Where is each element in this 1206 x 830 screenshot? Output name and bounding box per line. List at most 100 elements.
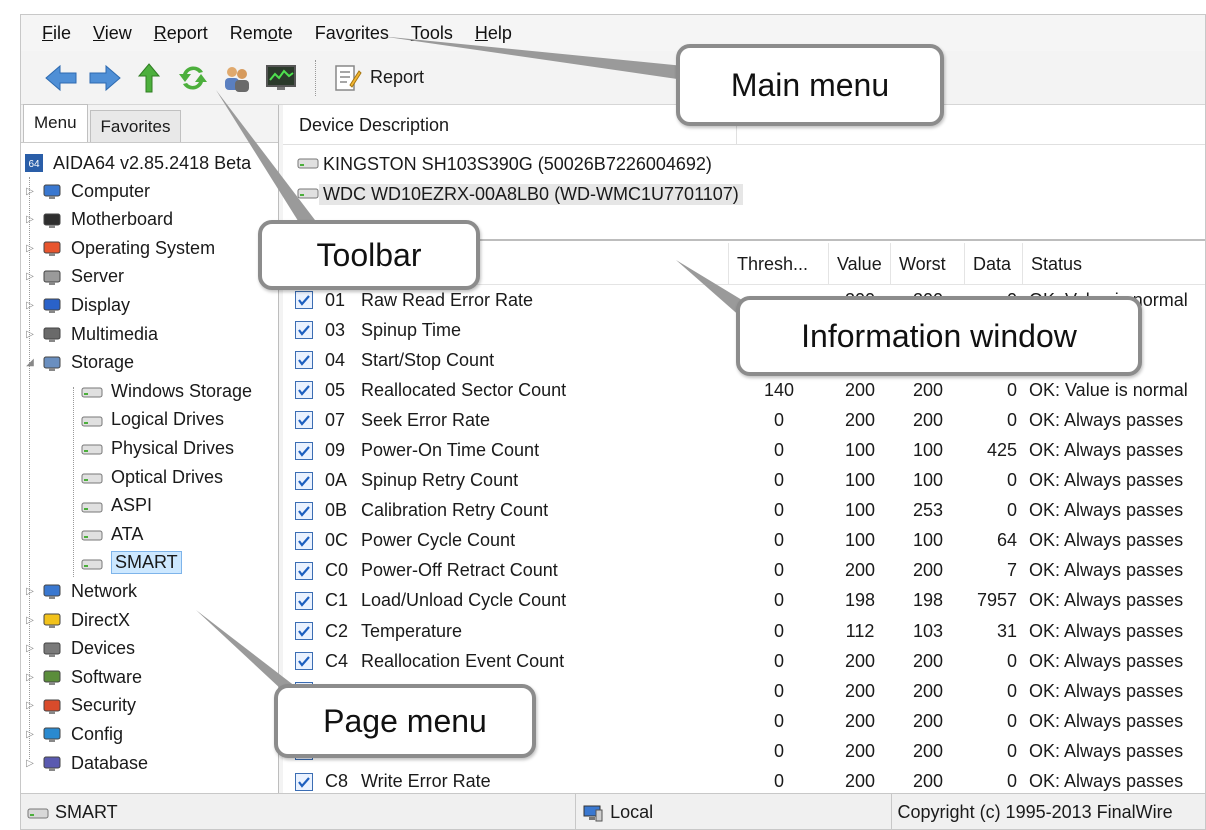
- tree-item-software[interactable]: ▷ Software: [23, 663, 142, 691]
- expand-icon[interactable]: ▷: [23, 615, 37, 626]
- menu-view[interactable]: View: [82, 15, 143, 51]
- header-threshold[interactable]: Thresh...: [729, 243, 829, 285]
- expand-icon[interactable]: ▷: [23, 243, 37, 254]
- table-row[interactable]: C1 Load/Unload Cycle Count 0 198 198 7957 OK: …: [283, 586, 1205, 616]
- tree-item-aspi[interactable]: ASPI: [81, 492, 152, 520]
- tree-item-devices[interactable]: ▷ Devices: [23, 635, 135, 663]
- current-value: 100: [844, 530, 876, 551]
- status-text: OK: Always passes: [1029, 650, 1184, 671]
- row-checkbox[interactable]: [283, 561, 325, 580]
- raw-data: 64: [996, 530, 1017, 551]
- table-row[interactable]: 05 Reallocated Sector Count 140 200 200 0 OK: …: [283, 375, 1205, 405]
- toolbar-separator: [315, 59, 316, 96]
- row-checkbox[interactable]: [283, 652, 325, 671]
- table-row[interactable]: 0C Power Cycle Count 0 100 100 64 OK: Always p…: [283, 526, 1205, 556]
- worst-value: 100: [912, 530, 944, 551]
- row-checkbox[interactable]: [283, 531, 325, 550]
- expand-icon[interactable]: ▷: [23, 758, 37, 769]
- tree-root-aida64[interactable]: 64 AIDA64 v2.85.2418 Beta: [23, 149, 251, 177]
- tree-item-directx[interactable]: ▷ DirectX: [23, 606, 130, 634]
- tree-item-physical-drives[interactable]: Physical Drives: [81, 434, 234, 462]
- table-row[interactable]: 0A Spinup Retry Count 0 100 100 0 OK: Always p…: [283, 466, 1205, 496]
- expand-icon[interactable]: ▷: [23, 643, 37, 654]
- tree-item-motherboard[interactable]: ▷ Motherboard: [23, 206, 173, 234]
- menu-file[interactable]: File: [31, 15, 82, 51]
- tree-item-database[interactable]: ▷ Database: [23, 749, 148, 777]
- tree-item-operating-system[interactable]: ▷ Operating System: [23, 234, 215, 262]
- expand-icon[interactable]: ▷: [23, 214, 37, 225]
- expand-icon[interactable]: ▷: [23, 672, 37, 683]
- checkmark-icon: [295, 652, 313, 671]
- menu-tools[interactable]: Tools: [400, 15, 464, 51]
- tree-item-server[interactable]: ▷ Server: [23, 263, 124, 291]
- row-checkbox[interactable]: [283, 772, 325, 791]
- monitor-icon[interactable]: [261, 58, 301, 98]
- header-data[interactable]: Data: [965, 243, 1023, 285]
- row-checkbox[interactable]: [283, 381, 325, 400]
- table-row[interactable]: C0 Power-Off Retract Count 0 200 200 7 OK: Alw…: [283, 556, 1205, 586]
- expand-icon[interactable]: ▷: [23, 700, 37, 711]
- expand-icon[interactable]: ▷: [23, 329, 37, 340]
- row-checkbox[interactable]: [283, 411, 325, 430]
- table-row[interactable]: C2 Temperature 0 112 103 31 OK: Always passes: [283, 616, 1205, 646]
- menu-help[interactable]: Help: [464, 15, 523, 51]
- row-checkbox[interactable]: [283, 622, 325, 641]
- header-worst[interactable]: Worst: [891, 243, 965, 285]
- device-description-column[interactable]: Device Description: [299, 104, 737, 145]
- back-arrow-icon[interactable]: [41, 58, 81, 98]
- tree-item-security[interactable]: ▷ Security: [23, 692, 136, 720]
- report-button[interactable]: Report: [326, 58, 430, 98]
- status-text: OK: Always passes: [1029, 560, 1184, 581]
- expand-icon[interactable]: ▷: [23, 729, 37, 740]
- refresh-icon[interactable]: [173, 58, 213, 98]
- collapse-icon[interactable]: ◢: [23, 357, 37, 368]
- callout-information-window: Information window: [736, 296, 1142, 376]
- row-checkbox[interactable]: [283, 501, 325, 520]
- tree-item-logical-drives[interactable]: Logical Drives: [81, 406, 224, 434]
- threshold-value: 0: [773, 710, 784, 731]
- tab-favorites[interactable]: Favorites: [89, 110, 182, 142]
- table-row[interactable]: C4 Reallocation Event Count 0 200 200 0 OK: Al…: [283, 646, 1205, 676]
- menu-remote[interactable]: Remote: [219, 15, 304, 51]
- tree-item-optical-drives[interactable]: Optical Drives: [81, 463, 223, 491]
- tab-menu[interactable]: Menu: [23, 104, 88, 142]
- forward-arrow-icon[interactable]: [85, 58, 125, 98]
- device-row[interactable]: KINGSTON SH103S390G (50026B7226004692): [297, 149, 1205, 179]
- display-icon: [41, 295, 63, 315]
- tree-item-display[interactable]: ▷ Display: [23, 291, 130, 319]
- users-icon[interactable]: [217, 58, 257, 98]
- status-text: OK: Always passes: [1029, 710, 1184, 731]
- tree-item-computer[interactable]: ▷ Computer: [23, 177, 150, 205]
- device-row[interactable]: WDC WD10EZRX-00A8LB0 (WD-WMC1U7701107): [297, 179, 1205, 209]
- up-arrow-icon[interactable]: [129, 58, 169, 98]
- tree-item-network[interactable]: ▷ Network: [23, 577, 137, 605]
- attribute-id: 03: [325, 319, 346, 340]
- row-checkbox[interactable]: [283, 351, 325, 370]
- expand-icon[interactable]: ▷: [23, 186, 37, 197]
- tree-item-multimedia[interactable]: ▷ Multimedia: [23, 320, 158, 348]
- tree-item-smart[interactable]: SMART: [81, 549, 182, 577]
- tree-item-windows-storage[interactable]: Windows Storage: [81, 377, 252, 405]
- expand-icon[interactable]: ▷: [23, 271, 37, 282]
- table-row[interactable]: 09 Power-On Time Count 0 100 100 425 OK: Alway…: [283, 435, 1205, 465]
- header-status[interactable]: Status: [1023, 243, 1205, 285]
- table-row[interactable]: 0B Calibration Retry Count 0 100 253 0 OK: Alw…: [283, 496, 1205, 526]
- header-value[interactable]: Value: [829, 243, 891, 285]
- tree-item-config[interactable]: ▷ Config: [23, 720, 123, 748]
- row-checkbox[interactable]: [283, 441, 325, 460]
- page-menu-tree: 64 AIDA64 v2.85.2418 Beta ▷ Computer ▷ Mother…: [21, 143, 278, 773]
- table-row[interactable]: 07 Seek Error Rate 0 200 200 0 OK: Always pass…: [283, 405, 1205, 435]
- row-checkbox[interactable]: [283, 471, 325, 490]
- main-menubar: File View Report Remote Favorites Tools Help: [21, 15, 1205, 51]
- row-checkbox[interactable]: [283, 591, 325, 610]
- drive-icon: [81, 438, 103, 458]
- row-checkbox[interactable]: [283, 321, 325, 340]
- worst-value: 200: [912, 680, 944, 701]
- tree-item-ata[interactable]: ATA: [81, 520, 143, 548]
- row-checkbox[interactable]: [283, 291, 325, 310]
- menu-favorites[interactable]: Favorites: [304, 15, 400, 51]
- menu-report[interactable]: Report: [143, 15, 219, 51]
- tree-item-storage[interactable]: ◢ Storage: [23, 349, 134, 377]
- expand-icon[interactable]: ▷: [23, 586, 37, 597]
- expand-icon[interactable]: ▷: [23, 300, 37, 311]
